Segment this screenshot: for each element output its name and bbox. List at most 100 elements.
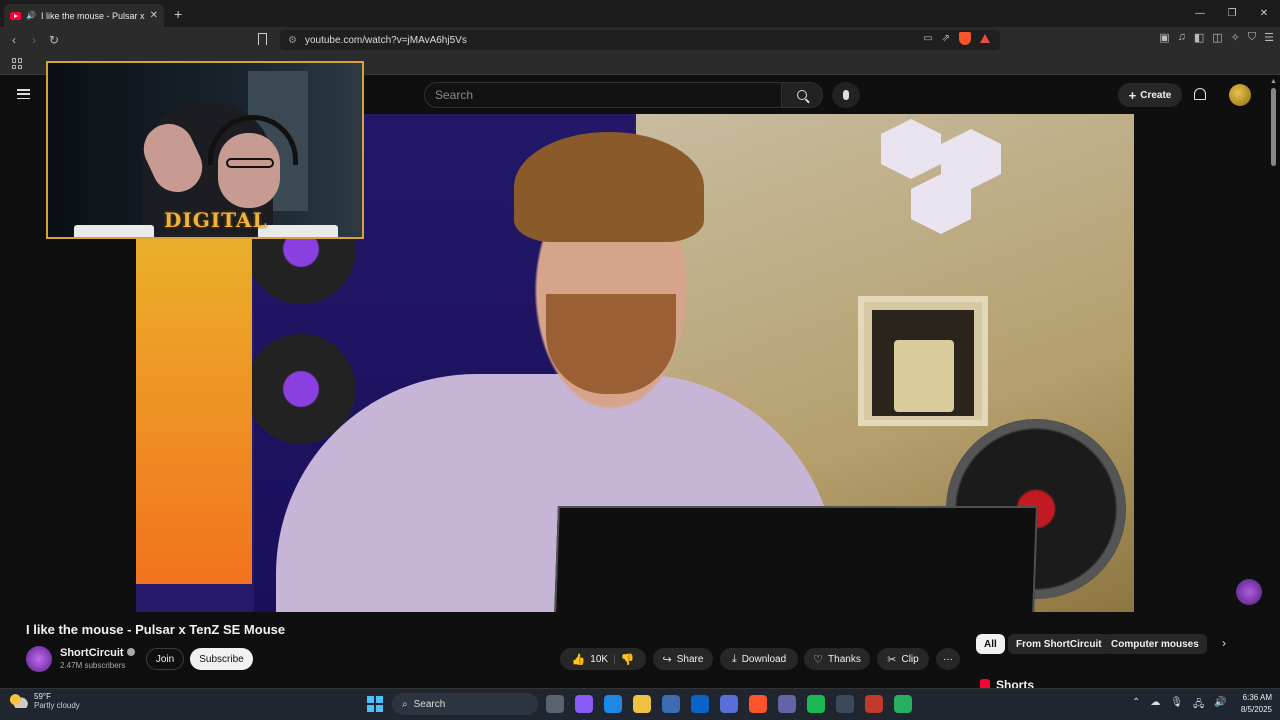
address-bar[interactable]: ⚙ youtube.com/watch?v=jMAvA6hj5Vs ▭ ⇗ [280,30,1000,50]
subscribe-button[interactable]: Subscribe [190,648,253,670]
taskbar-app-icon[interactable] [604,695,622,713]
taskbar-app-icon[interactable] [633,695,651,713]
close-tab-icon[interactable]: ✕ [150,10,158,21]
search-icon [797,90,807,100]
new-tab-button[interactable]: + [174,6,182,22]
forward-icon[interactable]: › [24,33,44,47]
like-count[interactable]: 10K [590,654,608,665]
media-icon[interactable]: ♫ [1178,31,1186,44]
chip-from-shortcircuit[interactable]: From ShortCircuit [1008,634,1110,654]
weather-description: Partly cloudy [34,701,80,710]
sidebar-icon[interactable]: ◧ [1194,31,1204,44]
taskbar-app-icon[interactable] [749,695,767,713]
download-label: Download [741,653,787,665]
temperature: 59°F [34,692,51,701]
clock-date: 8/5/2025 [1240,705,1272,714]
download-button[interactable]: ⤓ Download [720,648,798,670]
vpn-icon[interactable]: ⛉ [1248,31,1256,44]
search-input[interactable]: Search [424,82,782,108]
partly-cloudy-icon [10,694,28,708]
taskbar-search-label: Search [413,698,446,710]
brave-rewards-icon[interactable] [980,34,990,43]
back-icon[interactable]: ‹ [4,33,24,47]
audio-playing-icon[interactable]: 🔊 [26,11,36,20]
url-text: youtube.com/watch?v=jMAvA6hj5Vs [304,34,467,46]
maximize-button[interactable]: ❐ [1216,8,1248,19]
menu-icon[interactable]: ☰ [1264,31,1274,44]
apps-grid-icon[interactable] [12,58,23,69]
share-label: Share [676,653,704,665]
site-info-icon[interactable]: ⚙ [288,35,297,46]
reload-icon[interactable]: ↻ [44,33,64,47]
microphone-tray-icon[interactable]: 🎙 [1170,697,1183,714]
join-button[interactable]: Join [146,648,184,670]
taskbar-app-icon[interactable] [807,695,825,713]
taskbar-app-icon[interactable] [546,695,564,713]
webcam-overlay: DIGITAL [46,61,364,239]
tab-title: I like the mouse - Pulsar x TenZ [40,10,145,21]
thanks-icon: ♡ [813,653,824,666]
channel-name[interactable]: ShortCircuit [60,647,135,659]
brave-shields-icon[interactable] [959,32,971,45]
taskbar-app-icon[interactable] [575,695,593,713]
taskbar-app-icon[interactable] [691,695,709,713]
address-bar-actions: ▭ ⇗ [923,32,990,45]
cast-icon[interactable]: ▭ [923,33,932,44]
taskbar-app-icon[interactable] [865,695,883,713]
clock-time: 6:36 AM [1242,693,1272,702]
taskbar-app-icon[interactable] [894,695,912,713]
onedrive-icon[interactable]: ☁ [1150,697,1160,714]
search-placeholder: Search [435,88,474,102]
share-icon: ↪ [662,653,672,666]
verified-icon [126,648,135,656]
extension-icons: ▣ ♫ ◧ ◫ ✧ ⛉ ☰ [1159,31,1274,44]
wallet-icon[interactable]: ▣ [1159,31,1169,44]
tray-overflow-icon[interactable]: ⌃ [1132,697,1140,714]
taskbar-app-icon[interactable] [662,695,680,713]
channel-watermark-icon[interactable] [1236,579,1262,605]
video-frame-laptop [554,506,1038,612]
like-icon[interactable]: 👍 [572,653,586,666]
scissors-icon: ✂ [887,653,897,666]
network-icon[interactable]: 🖧 [1193,697,1204,714]
divider: | [613,653,616,665]
chip-computer-mouses[interactable]: Computer mouses [1103,634,1207,654]
bookmark-icon[interactable] [258,33,267,45]
channel-avatar[interactable] [26,646,52,672]
close-window-button[interactable]: ✕ [1248,8,1280,19]
clip-button[interactable]: ✂ Clip [877,648,929,670]
taskbar-app-icon[interactable] [836,695,854,713]
share-button[interactable]: ↪ Share [653,648,713,670]
voice-search-button[interactable] [832,82,860,108]
wallet-extension-icon[interactable]: ◫ [1212,31,1222,44]
video-frame-person-hair [514,132,704,242]
channel-name-text: ShortCircuit [60,647,124,659]
thanks-button[interactable]: ♡ Thanks [804,648,870,670]
screen: 🔊 I like the mouse - Pulsar x TenZ ✕ + —… [0,0,1280,720]
share-page-icon[interactable]: ⇗ [942,33,950,44]
leo-ai-icon[interactable]: ✧ [1231,31,1240,44]
weather-widget[interactable]: 59°F Partly cloudy [10,692,80,710]
create-button[interactable]: + Create [1118,83,1182,107]
chevron-right-icon[interactable]: › [1222,636,1226,650]
account-avatar[interactable] [1229,84,1251,106]
taskbar-search[interactable]: ⌕ Search [392,693,538,715]
more-actions-button[interactable]: ··· [936,648,960,670]
page-scrollbar[interactable] [1271,88,1276,166]
video-frame-hex-lights [881,119,1051,259]
taskbar-app-icon[interactable] [778,695,796,713]
minimize-button[interactable]: — [1184,8,1216,19]
browser-tab[interactable]: 🔊 I like the mouse - Pulsar x TenZ ✕ [4,4,164,27]
taskbar-apps [546,695,912,713]
notifications-bell-icon[interactable] [1194,88,1206,100]
scroll-up-icon[interactable]: ▲ [1270,78,1277,85]
create-label: Create [1140,89,1172,101]
chip-all[interactable]: All [976,634,1005,654]
taskbar-app-icon[interactable] [720,695,738,713]
hamburger-menu-icon[interactable] [17,89,30,99]
start-button[interactable] [367,696,383,712]
search-button[interactable] [781,82,823,108]
volume-icon[interactable]: 🔊 [1214,697,1226,714]
dislike-icon[interactable]: 👎 [621,653,635,666]
taskbar-clock[interactable]: 6:36 AM 8/5/2025 [1226,692,1272,716]
